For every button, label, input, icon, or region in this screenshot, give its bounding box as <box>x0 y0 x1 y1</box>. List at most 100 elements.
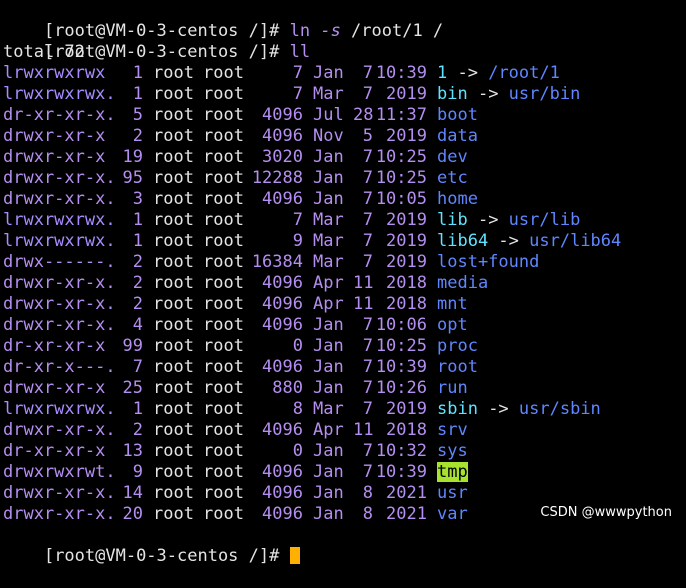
owner: root <box>153 168 194 188</box>
entry-name: opt <box>437 315 468 335</box>
owner: root <box>153 378 194 398</box>
owner: root <box>153 483 194 503</box>
day: 7 <box>362 168 373 188</box>
day: 7 <box>362 336 373 356</box>
group: root <box>203 273 244 293</box>
month: Jan <box>313 441 344 461</box>
symlink-arrow: -> <box>488 231 530 251</box>
link-count: 1 <box>132 399 143 419</box>
permissions: drwxr-xr-x. <box>3 294 116 314</box>
day: 7 <box>362 147 373 167</box>
entry-name: tmp <box>437 462 468 482</box>
symlink-target: usr/bin <box>508 84 581 104</box>
time: 2019 <box>386 231 427 251</box>
permissions: drwxr-xr-x. <box>3 420 116 440</box>
permissions: drwxr-xr-x. <box>3 189 116 209</box>
owner: root <box>153 504 194 524</box>
month: Mar <box>313 252 344 272</box>
file-size: 4096 <box>262 462 303 482</box>
entry-name: run <box>437 378 468 398</box>
day: 7 <box>362 441 373 461</box>
file-size: 16384 <box>251 252 303 272</box>
entry-name: lib64 <box>437 231 489 251</box>
group: root <box>203 399 244 419</box>
permissions: drwxr-xr-x. <box>3 315 116 335</box>
file-size: 12288 <box>251 168 303 188</box>
command-name: ll <box>289 42 311 62</box>
month: Mar <box>313 210 344 230</box>
group: root <box>203 378 244 398</box>
link-count: 2 <box>132 294 143 314</box>
permissions: dr-xr-xr-x <box>3 336 106 356</box>
symlink-arrow: -> <box>447 63 489 83</box>
group: root <box>203 483 244 503</box>
day: 8 <box>362 483 373 503</box>
owner: root <box>153 462 194 482</box>
owner: root <box>153 441 194 461</box>
permissions: drwxr-xr-x. <box>3 483 116 503</box>
link-count: 1 <box>132 210 143 230</box>
symlink-arrow: -> <box>477 399 519 419</box>
day: 7 <box>362 462 373 482</box>
group: root <box>203 441 244 461</box>
month: Jan <box>313 189 344 209</box>
link-count: 2 <box>132 252 143 272</box>
group: root <box>203 126 244 146</box>
command-flag: -s <box>320 21 341 41</box>
entry-name: root <box>437 357 478 377</box>
month: Jan <box>313 462 344 482</box>
day: 11 <box>353 273 374 293</box>
permissions: lrwxrwxrwx <box>3 63 106 83</box>
permissions: lrwxrwxrwx. <box>3 231 116 251</box>
owner: root <box>153 147 194 167</box>
month: Apr <box>313 273 344 293</box>
time: 2018 <box>386 420 427 440</box>
listing-row: dr-xr-xr-x 13 root root 0 Jan 7 10:32 sys <box>3 441 686 462</box>
day: 7 <box>362 84 373 104</box>
listing-row: drwxr-xr-x 2 root root 4096 Nov 5 2019 data <box>3 126 686 147</box>
time: 10:39 <box>375 357 427 377</box>
terminal-window[interactable]: [root@VM-0-3-centos /]# ln -s /root/1 / … <box>0 0 686 566</box>
day: 7 <box>362 315 373 335</box>
file-size: 7 <box>292 210 303 230</box>
group: root <box>203 63 244 83</box>
link-count: 2 <box>132 420 143 440</box>
time: 2021 <box>386 504 427 524</box>
month: Jan <box>313 147 344 167</box>
link-count: 1 <box>132 63 143 83</box>
month: Jan <box>313 63 344 83</box>
permissions: drwxrwxrwt. <box>3 462 116 482</box>
entry-name: lib <box>437 210 468 230</box>
listing-row: dr-xr-xr-x. 5 root root 4096 Jul 28 11:37 boot <box>3 105 686 126</box>
listing-row: lrwxrwxrwx. 1 root root 7 Mar 7 2019 bin -> usr/… <box>3 84 686 105</box>
month: Jan <box>313 168 344 188</box>
listing-row: lrwxrwxrwx. 1 root root 9 Mar 7 2019 lib64 -> us… <box>3 231 686 252</box>
time: 2021 <box>386 483 427 503</box>
permissions: lrwxrwxrwx. <box>3 84 116 104</box>
day: 7 <box>362 231 373 251</box>
final-prompt-line[interactable]: [root@VM-0-3-centos /]# <box>3 525 686 566</box>
entry-name: data <box>437 126 478 146</box>
permissions: dr-xr-xr-x <box>3 441 106 461</box>
permissions: drwxr-xr-x. <box>3 168 116 188</box>
group: root <box>203 252 244 272</box>
link-count: 13 <box>122 441 143 461</box>
owner: root <box>153 252 194 272</box>
group: root <box>203 231 244 251</box>
shell-prompt: [root@VM-0-3-centos /]# <box>43 546 290 566</box>
entry-name: lost+found <box>437 252 540 272</box>
command-args: /root/1 / <box>340 21 444 41</box>
entry-name: media <box>437 273 489 293</box>
listing-row: lrwxrwxrwx. 1 root root 7 Mar 7 2019 lib -> usr/… <box>3 210 686 231</box>
listing-row: drwxrwxrwt. 9 root root 4096 Jan 7 10:39 tmp <box>3 462 686 483</box>
text-cursor <box>289 547 300 564</box>
file-size: 4096 <box>262 189 303 209</box>
time: 2019 <box>386 126 427 146</box>
listing-row: drwxr-xr-x 25 root root 880 Jan 7 10:26 run <box>3 378 686 399</box>
group: root <box>203 189 244 209</box>
link-count: 3 <box>132 189 143 209</box>
symlink-target: usr/lib64 <box>529 231 622 251</box>
group: root <box>203 357 244 377</box>
symlink-target: usr/sbin <box>518 399 601 419</box>
file-size: 0 <box>292 441 303 461</box>
